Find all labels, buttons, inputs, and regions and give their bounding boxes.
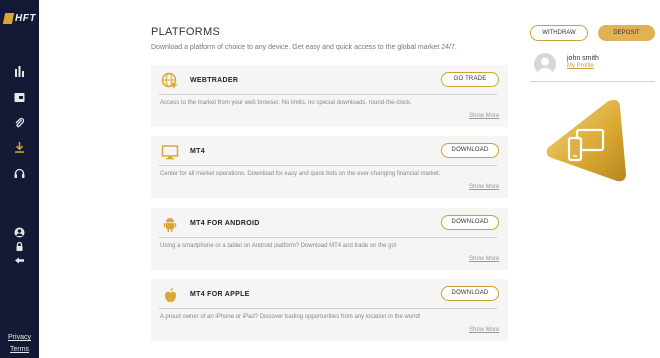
logout-icon[interactable] <box>14 255 25 266</box>
download-button[interactable]: DOWNLOAD <box>441 143 499 158</box>
platform-card-webtrader: WEBTRADER GO TRADE Access to the market … <box>151 65 508 127</box>
logo-text: HFT <box>15 13 36 24</box>
lock-icon[interactable] <box>14 241 25 252</box>
platform-description: Center for all market operations. Downlo… <box>160 171 441 177</box>
go-trade-button[interactable]: GO TRADE <box>441 72 499 87</box>
avatar <box>534 53 556 75</box>
download-icon[interactable] <box>14 142 25 153</box>
platform-description: A proud owner of an iPhone or iPad? Disc… <box>160 314 421 320</box>
show-more-link[interactable]: Show More <box>469 113 499 119</box>
withdraw-button[interactable]: WITHDRAW <box>530 25 588 41</box>
headset-icon[interactable] <box>14 168 25 179</box>
android-icon <box>161 215 179 233</box>
download-button[interactable]: DOWNLOAD <box>441 215 499 230</box>
divider <box>159 94 497 95</box>
user-icon[interactable] <box>14 227 25 238</box>
terms-link[interactable]: Terms <box>0 346 39 353</box>
page-title: PLATFORMS <box>151 26 221 38</box>
show-more-link[interactable]: Show More <box>469 184 499 190</box>
user-name: john smith <box>567 55 599 62</box>
logo[interactable]: HFT <box>2 13 36 24</box>
platform-description: Using a smartphone or a tablet on Androi… <box>160 243 397 249</box>
deposit-button[interactable]: DEPOSIT <box>598 25 655 41</box>
platform-name: MT4 <box>190 148 205 155</box>
platform-description: Access to the market from your web brows… <box>160 100 412 106</box>
platform-card-android: MT4 FOR ANDROID DOWNLOAD Using a smartph… <box>151 208 508 270</box>
divider <box>159 237 497 238</box>
attachment-icon[interactable] <box>14 117 25 128</box>
platform-card-apple: MT4 FOR APPLE DOWNLOAD A proud owner of … <box>151 279 508 341</box>
page-subtitle: Download a platform of choice to any dev… <box>151 44 457 51</box>
chart-icon[interactable] <box>14 66 25 77</box>
divider <box>159 308 497 309</box>
privacy-link[interactable]: Privacy <box>0 334 39 341</box>
apple-icon <box>161 286 179 304</box>
logo-mark-icon <box>2 13 15 24</box>
wallet-icon[interactable] <box>14 92 25 103</box>
my-profile-link[interactable]: My Profile <box>567 63 594 69</box>
show-more-link[interactable]: Show More <box>469 256 499 262</box>
monitor-icon <box>161 143 179 161</box>
platform-name: MT4 FOR ANDROID <box>190 220 260 227</box>
divider <box>159 165 497 166</box>
sidebar: HFT Privacy Terms <box>0 0 39 358</box>
platform-name: WEBTRADER <box>190 77 239 84</box>
divider <box>530 81 655 82</box>
globe-cursor-icon <box>161 72 179 90</box>
platform-card-mt4: MT4 DOWNLOAD Center for all market opera… <box>151 136 508 198</box>
download-button[interactable]: DOWNLOAD <box>441 286 499 301</box>
platform-name: MT4 FOR APPLE <box>190 291 250 298</box>
devices-illustration-icon <box>544 98 628 184</box>
show-more-link[interactable]: Show More <box>469 327 499 333</box>
